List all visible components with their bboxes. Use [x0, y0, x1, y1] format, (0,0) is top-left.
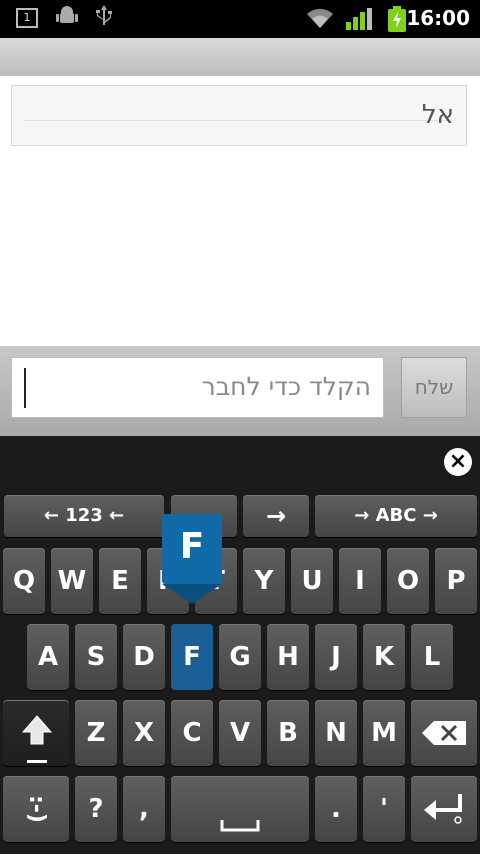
compose-placeholder: הקלד כדי לחבר: [201, 372, 371, 401]
key-y[interactable]: Y: [243, 548, 285, 614]
emoticon-key[interactable]: :-): [3, 776, 69, 842]
smiley-label: :-): [23, 795, 49, 823]
key-h[interactable]: H: [267, 624, 309, 690]
key-a[interactable]: A: [27, 624, 69, 690]
key-w[interactable]: W: [51, 548, 93, 614]
cursor-right-key[interactable]: →: [243, 495, 309, 537]
key-apostrophe[interactable]: ': [363, 776, 405, 842]
android-debug-icon: [56, 5, 78, 32]
key-period[interactable]: .: [315, 776, 357, 842]
send-button[interactable]: שלח: [401, 357, 467, 418]
clock: 16:00: [406, 6, 470, 30]
key-k[interactable]: K: [363, 624, 405, 690]
key-z[interactable]: Z: [75, 700, 117, 766]
composer-bar: הקלד כדי לחבר שלח: [0, 346, 480, 436]
notification-icon: 1: [16, 8, 38, 28]
key-question[interactable]: ?: [75, 776, 117, 842]
key-o[interactable]: O: [387, 548, 429, 614]
compose-input[interactable]: הקלד כדי לחבר: [11, 357, 384, 418]
key-u[interactable]: U: [291, 548, 333, 614]
key-i[interactable]: I: [339, 548, 381, 614]
title-bar: [0, 38, 480, 76]
key-d[interactable]: D: [123, 624, 165, 690]
enter-key[interactable]: [411, 776, 477, 842]
key-l[interactable]: L: [411, 624, 453, 690]
shift-icon: [21, 715, 53, 745]
key-f-pressed[interactable]: F: [171, 624, 213, 690]
usb-icon: [94, 5, 114, 34]
key-c[interactable]: C: [171, 700, 213, 766]
switch-123-key[interactable]: ← 123 ←: [4, 495, 164, 537]
recipient-field[interactable]: אל: [11, 85, 467, 146]
key-j[interactable]: J: [315, 624, 357, 690]
space-key[interactable]: [171, 776, 309, 842]
key-v[interactable]: V: [219, 700, 261, 766]
key-g[interactable]: G: [219, 624, 261, 690]
key-p[interactable]: P: [435, 548, 477, 614]
backspace-key[interactable]: [411, 700, 477, 766]
shift-indicator: [27, 760, 47, 763]
status-bar: 1 16:00: [0, 0, 480, 38]
key-comma[interactable]: ,: [123, 776, 165, 842]
key-preview-pointer: [162, 584, 222, 604]
wifi-icon: [305, 6, 335, 34]
key-b[interactable]: B: [267, 700, 309, 766]
key-n[interactable]: N: [315, 700, 357, 766]
battery-icon: [388, 6, 406, 36]
key-m[interactable]: M: [363, 700, 405, 766]
close-icon[interactable]: ×: [444, 448, 472, 476]
key-x[interactable]: X: [123, 700, 165, 766]
text-caret: [24, 368, 26, 408]
key-q[interactable]: Q: [3, 548, 45, 614]
recipient-text: אל: [421, 100, 454, 130]
space-icon: [220, 820, 260, 832]
shift-key[interactable]: [3, 700, 69, 766]
key-s[interactable]: S: [75, 624, 117, 690]
divider: [24, 120, 454, 121]
signal-icon: [346, 8, 372, 34]
key-preview-popup: F: [162, 514, 222, 584]
switch-abc-key[interactable]: → ABC →: [315, 495, 477, 537]
enter-icon: [424, 794, 462, 824]
key-e[interactable]: E: [99, 548, 141, 614]
backspace-icon: [422, 721, 466, 745]
